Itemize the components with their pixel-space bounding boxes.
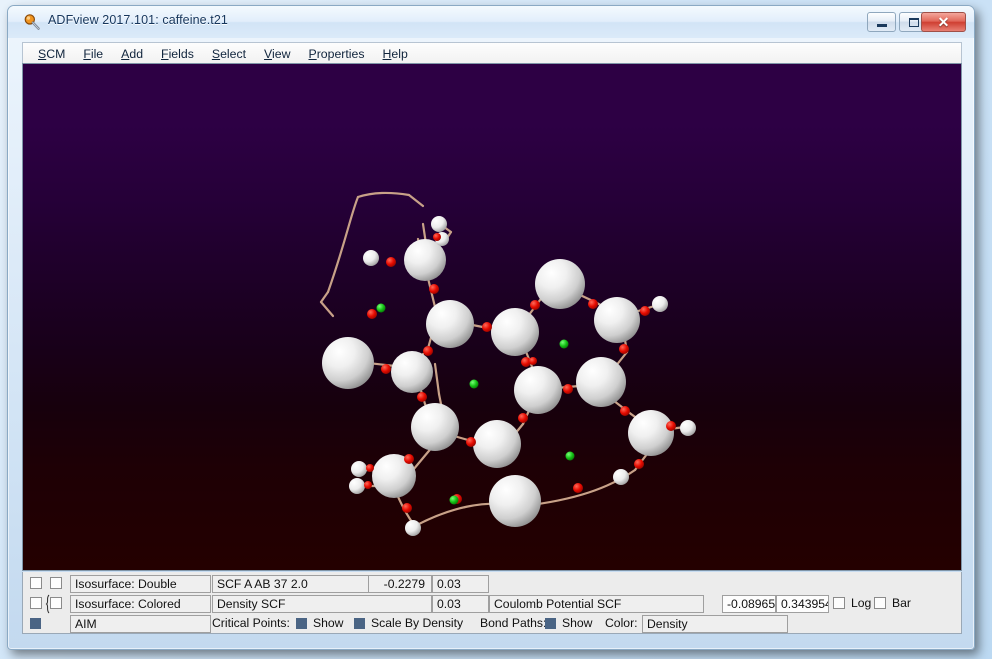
- isosurface-colored-iso-field[interactable]: 0.03: [432, 595, 489, 613]
- menu-fields[interactable]: Fields: [152, 46, 203, 61]
- isosurface-double-active-checkbox[interactable]: [50, 577, 62, 589]
- bond-paths-label: Bond Paths:: [480, 616, 547, 630]
- aim-label-field[interactable]: AIM: [70, 615, 211, 633]
- menu-scm[interactable]: SCM: [29, 46, 74, 61]
- link-brace-icon: [45, 594, 50, 614]
- isosurface-colored-visible-checkbox[interactable]: [30, 597, 42, 609]
- isosurface-double-visible-checkbox[interactable]: [30, 577, 42, 589]
- magnifier-icon: [24, 14, 40, 30]
- log-checkbox[interactable]: [833, 597, 845, 609]
- bond-paths-show-label: Show: [562, 616, 593, 630]
- critical-points-show-checkbox[interactable]: [296, 618, 307, 629]
- minimize-button[interactable]: [867, 12, 896, 32]
- critical-points-show-label: Show: [313, 616, 344, 630]
- isosurface-double-iso-field[interactable]: 0.03: [432, 575, 489, 593]
- control-panel: Isosurface: Double SCF A AB 37 2.0 -0.22…: [22, 572, 962, 634]
- bar-label: Bar: [892, 596, 911, 610]
- critical-points-label: Critical Points:: [212, 616, 290, 630]
- scale-by-density-label: Scale By Density: [371, 616, 464, 630]
- menu-add[interactable]: Add: [112, 46, 152, 61]
- menu-help[interactable]: Help: [374, 46, 417, 61]
- close-icon: ✕: [937, 14, 950, 30]
- log-label: Log: [851, 596, 872, 610]
- adfview-window: ADFview 2017.101: caffeine.t21 ✕ SCM Fil…: [7, 5, 975, 650]
- isosurface-colored-spec-field[interactable]: Density SCF: [212, 595, 432, 613]
- aim-color-field[interactable]: Density: [642, 615, 788, 633]
- bond-paths-show-checkbox[interactable]: [545, 618, 556, 629]
- title-bar[interactable]: ADFview 2017.101: caffeine.t21 ✕: [8, 6, 974, 38]
- menu-bar: SCM File Add Fields Select View Properti…: [22, 42, 962, 63]
- bar-checkbox[interactable]: [874, 597, 886, 609]
- menu-view[interactable]: View: [255, 46, 299, 61]
- aim-enabled-checkbox[interactable]: [30, 618, 41, 629]
- isosurface-colored-field-field[interactable]: Coulomb Potential SCF: [489, 595, 704, 613]
- molecule-render: [319, 191, 696, 536]
- menu-select[interactable]: Select: [203, 46, 255, 61]
- isosurface-double-label-field[interactable]: Isosurface: Double: [70, 575, 211, 593]
- desktop-background: ADFview 2017.101: caffeine.t21 ✕ SCM Fil…: [0, 0, 992, 659]
- menu-properties[interactable]: Properties: [299, 46, 373, 61]
- panel-row-isosurface-double: Isosurface: Double SCF A AB 37 2.0 -0.22…: [23, 574, 961, 594]
- minimize-icon: [868, 13, 895, 31]
- molecule-viewport[interactable]: [22, 63, 962, 571]
- scale-by-density-checkbox[interactable]: [354, 618, 365, 629]
- color-range-max-field[interactable]: 0.343954: [776, 595, 829, 613]
- aim-color-label: Color:: [605, 616, 638, 630]
- panel-row-aim: AIM Critical Points: Show Scale By Densi…: [23, 614, 961, 634]
- isosurface-double-value-field[interactable]: -0.2279: [369, 575, 432, 593]
- panel-row-isosurface-colored: Isosurface: Colored Density SCF 0.03 Cou…: [23, 594, 961, 614]
- window-title: ADFview 2017.101: caffeine.t21: [48, 13, 228, 27]
- isosurface-double-spec-field[interactable]: SCF A AB 37 2.0: [212, 575, 369, 593]
- color-range-min-field[interactable]: -0.08965: [722, 595, 776, 613]
- close-button[interactable]: ✕: [921, 12, 966, 32]
- isosurface-colored-label-field[interactable]: Isosurface: Colored: [70, 595, 211, 613]
- menu-file[interactable]: File: [74, 46, 112, 61]
